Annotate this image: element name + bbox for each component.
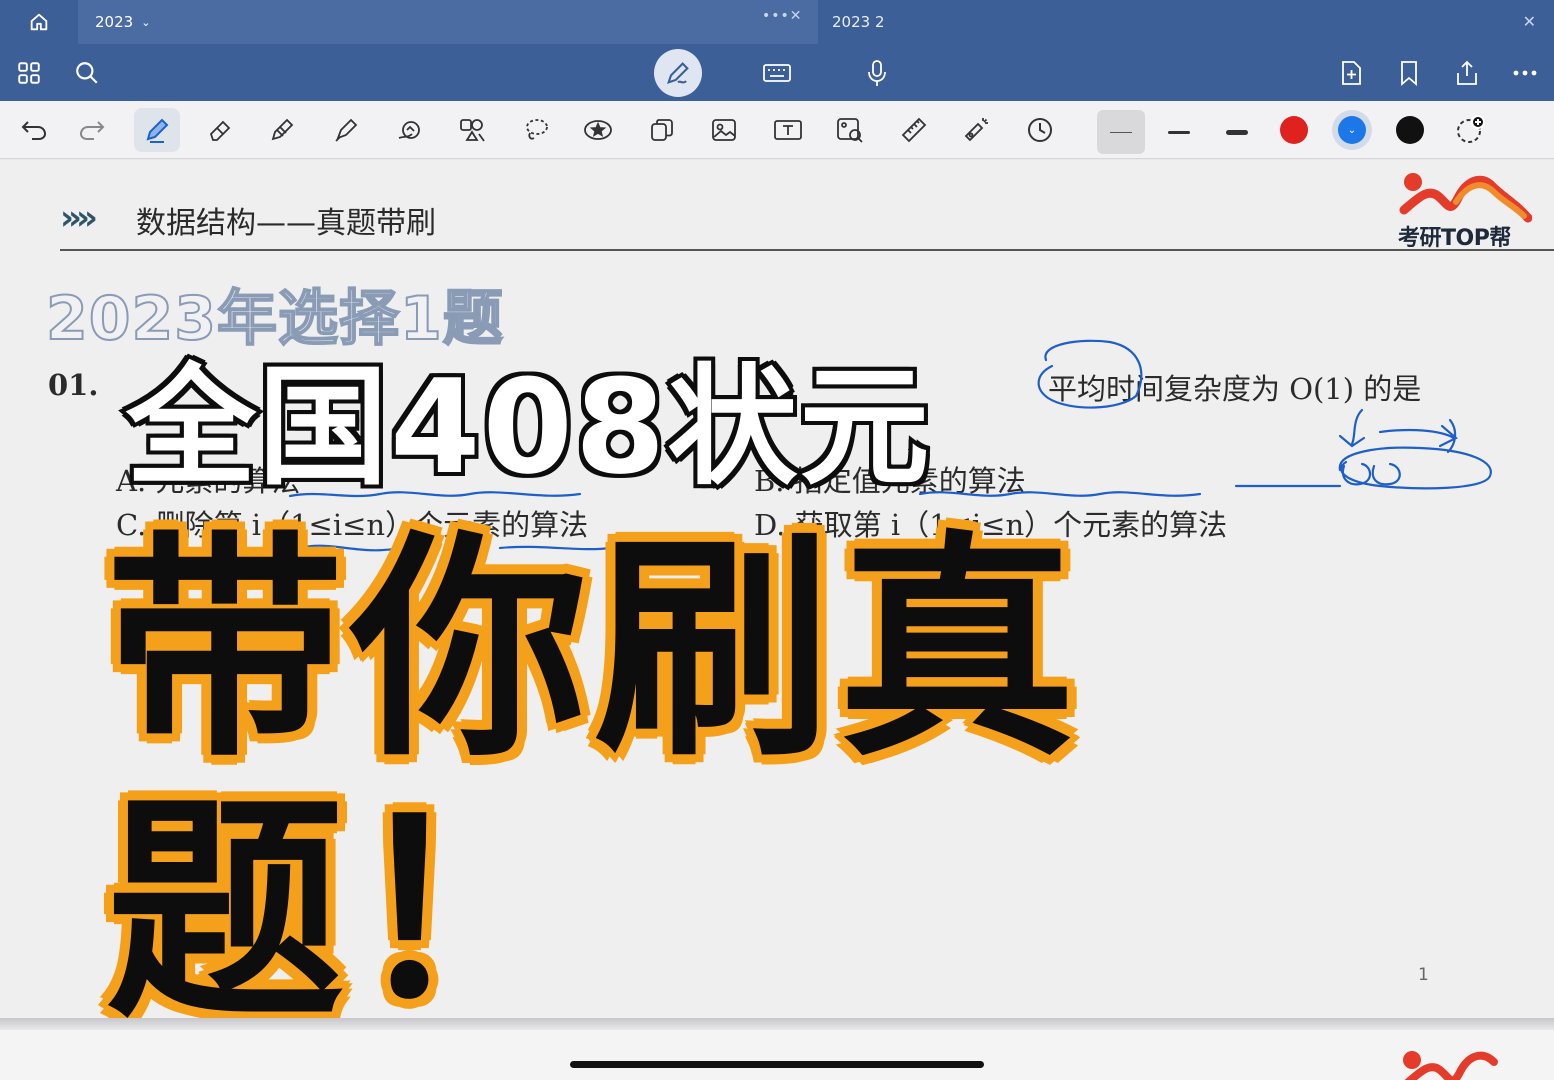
history-icon[interactable] [1020,110,1060,150]
stroke-thick-option[interactable] [1213,110,1261,154]
notes-app: 2023 ⌄ •••✕ 2023 2 ✕ ⌄ »» 数据结构——真题带刷 考研T… [0,0,1554,1080]
more-icon[interactable] [1506,54,1544,92]
keyboard-icon[interactable] [758,54,796,92]
pen-mode-icon [667,62,689,84]
tab-2023[interactable]: 2023 ⌄ [78,0,818,44]
sticker-icon[interactable] [578,110,618,150]
ruler-icon[interactable] [894,110,934,150]
chevron-down-icon[interactable]: ⌄ [141,16,150,29]
pen-mode-button[interactable] [654,49,702,97]
next-page-logo [1403,1051,1498,1080]
stroke-thin-option[interactable] [1097,110,1145,154]
tab-label: 2023 [95,13,134,31]
laser-pointer-icon[interactable] [956,110,996,150]
highlighter-icon[interactable] [326,110,366,150]
search-icon[interactable] [68,54,106,92]
main-toolbar [0,44,1554,101]
close-tab-icon[interactable]: ✕ [1523,12,1536,31]
pen-tool[interactable] [134,108,180,152]
shape-icon[interactable] [390,110,430,150]
stroke-medium-option[interactable] [1155,110,1203,154]
microphone-icon[interactable] [858,54,896,92]
bookmark-icon[interactable] [1390,54,1428,92]
tools-toolbar [0,101,1554,159]
overlay-subheadline: 带你刷真题！ [101,512,1082,1051]
redo-icon[interactable] [72,110,112,150]
question-number: 01. [48,368,99,402]
pencil-icon[interactable] [262,110,302,150]
color-swatch-red[interactable] [1280,116,1308,144]
scan-image-icon[interactable] [830,110,870,150]
undo-icon[interactable] [14,110,54,150]
elements-icon[interactable] [452,110,492,150]
tab-drag-handle-icon[interactable]: •••✕ [762,8,803,24]
page-separator [0,1018,1554,1030]
add-color-icon[interactable] [1454,114,1486,146]
question-stem-tail: 平均时间复杂度为 O(1) 的是 [1048,372,1422,406]
color-swatch-blue[interactable]: ⌄ [1338,116,1366,144]
share-icon[interactable] [1448,54,1486,92]
text-box-icon[interactable] [768,110,808,150]
home-indicator[interactable] [570,1061,984,1068]
add-page-icon[interactable] [1332,54,1370,92]
overlay-headline: 全国408状元 [122,347,933,507]
home-icon [30,13,48,31]
tab-label: 2023 2 [832,13,885,31]
tab-2023-2[interactable]: 2023 2 [818,0,1554,44]
pen-icon [146,118,169,143]
header-arrows: »» [60,198,98,238]
home-button[interactable] [0,0,78,44]
lasso-icon[interactable] [516,110,556,150]
logo-text: 考研TOP帮 [1398,226,1511,251]
grid-icon[interactable] [10,54,48,92]
tab-bar: 2023 ⌄ •••✕ 2023 2 ✕ [0,0,1554,44]
header-divider [60,249,1554,251]
next-page[interactable] [0,1030,1554,1080]
eraser-icon[interactable] [200,110,240,150]
color-swatch-black[interactable] [1396,116,1424,144]
document-header-title: 数据结构——真题带刷 [136,206,436,241]
image-icon[interactable] [704,110,744,150]
copy-icon[interactable] [642,110,682,150]
